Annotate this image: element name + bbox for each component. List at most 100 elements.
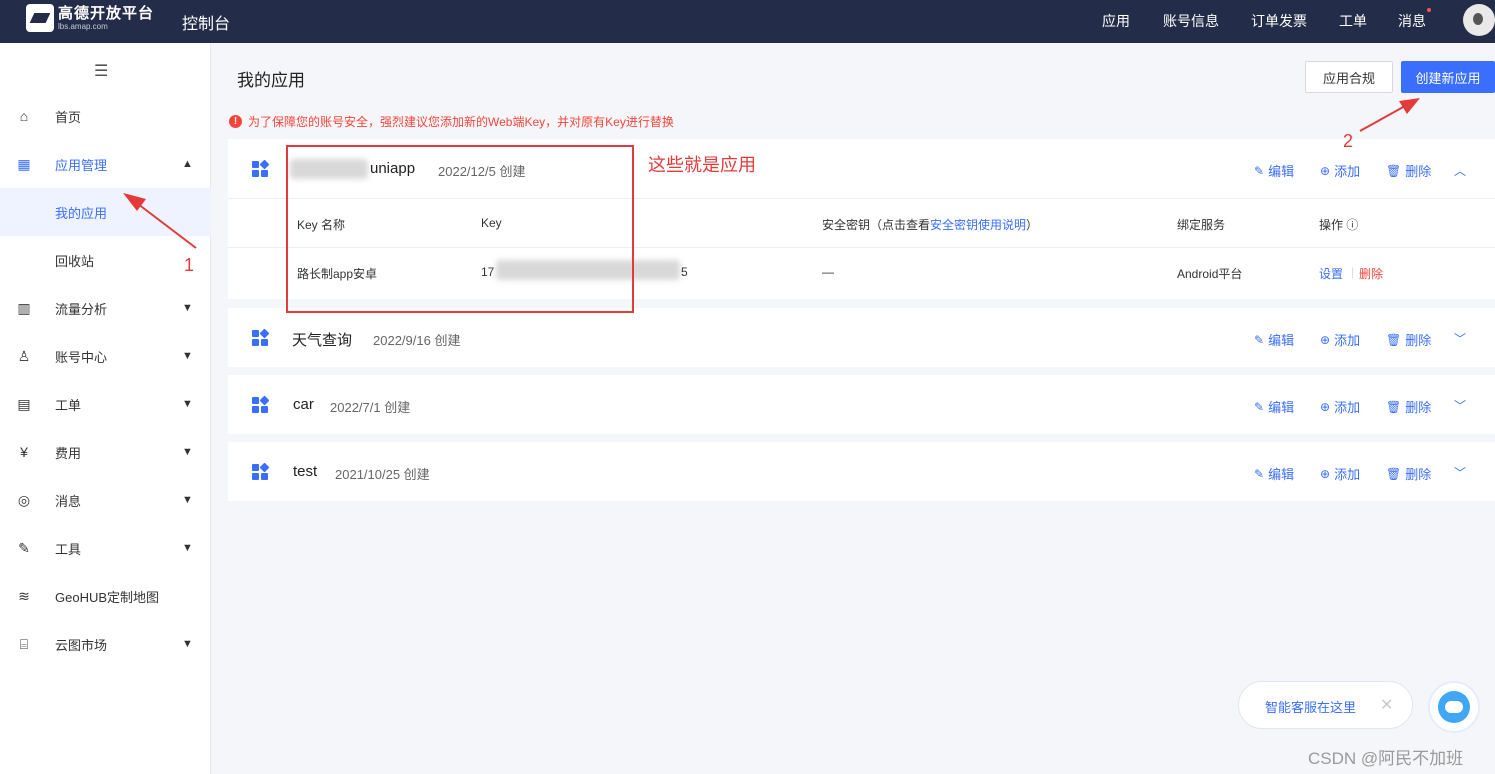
nav-account-info[interactable]: 账号信息 — [1163, 11, 1219, 31]
yen-icon: ¥ — [20, 444, 28, 460]
annotation-text: 这些就是应用 — [648, 155, 756, 175]
delete-button[interactable]: 🗑 删除 — [1386, 330, 1431, 349]
menu-toggle-icon[interactable]: ☰ — [94, 61, 108, 81]
logo-icon — [26, 4, 54, 32]
sidebar-item-label: 费用 — [55, 445, 82, 461]
home-icon: ⌂ — [19, 108, 29, 124]
sidebar-item-tools[interactable]: ✎ 工具 ▼ — [0, 524, 211, 572]
app-created-date: 2021/10/25 创建 — [335, 467, 430, 482]
sidebar-item-recycle-bin[interactable]: 回收站 — [0, 236, 211, 284]
chevron-down-icon: ▼ — [182, 446, 193, 458]
edit-icon: ✎ — [1254, 466, 1265, 481]
edit-button[interactable]: ✎ 编辑 — [1254, 330, 1294, 349]
sidebar-item-label: 工单 — [55, 397, 82, 413]
sidebar-item-label: 工具 — [55, 541, 82, 557]
arrow-2-head — [1399, 98, 1420, 114]
td-secret: — — [822, 265, 834, 279]
chevron-down-icon: ▼ — [182, 494, 193, 506]
add-label: 添加 — [1334, 400, 1361, 415]
sidebar-item-traffic-analysis[interactable]: ▥ 流量分析 ▼ — [0, 284, 211, 332]
add-label: 添加 — [1334, 467, 1361, 482]
app-icon — [252, 328, 270, 346]
app-created-date: 2022/9/16 创建 — [373, 333, 461, 348]
edit-label: 编辑 — [1268, 164, 1295, 179]
sidebar-item-label: 首页 — [55, 109, 82, 125]
chevron-down-icon[interactable]: ﹀ — [1454, 330, 1466, 347]
sidebar-item-account-center[interactable]: ♙ 账号中心 ▼ — [0, 332, 211, 380]
sidebar-item-my-apps[interactable]: 我的应用 — [0, 188, 211, 236]
sidebar-item-home[interactable]: ⌂ 首页 — [0, 92, 211, 140]
trash-icon: 🗑 — [1386, 163, 1402, 178]
annotation-number-2: 2 — [1343, 131, 1354, 151]
app-icon — [252, 395, 270, 413]
chevron-down-icon[interactable]: ﹀ — [1454, 397, 1466, 414]
ticket-icon: ▤ — [17, 395, 31, 412]
app-card-car[interactable]: car 2022/7/1 创建 ✎ 编辑 ⊕ 添加 🗑 删除 ﹀ — [228, 375, 1495, 434]
chevron-down-icon: ▼ — [182, 638, 193, 650]
nav-orders-invoices[interactable]: 订单发票 — [1251, 11, 1307, 31]
sidebar-item-label: 应用管理 — [55, 157, 108, 173]
chevron-up-icon[interactable]: ︿ — [1454, 162, 1466, 179]
sidebar-item-geohub[interactable]: ≋ GeoHUB定制地图 — [0, 572, 211, 620]
security-warning: ! 为了保障您的账号安全，强烈建议您添加新的Web端Key，并对原有Key进行替… — [229, 113, 674, 130]
chart-icon: ▥ — [17, 299, 31, 316]
nav-messages[interactable]: 消息 — [1398, 11, 1426, 31]
add-label: 添加 — [1334, 333, 1361, 348]
app-name: test — [293, 463, 318, 480]
nav-apps[interactable]: 应用 — [1102, 11, 1130, 31]
chevron-down-icon: ▼ — [182, 302, 193, 314]
sidebar-item-label: 消息 — [55, 493, 82, 509]
plus-circle-icon: ⊕ — [1320, 399, 1331, 414]
add-button[interactable]: ⊕ 添加 — [1320, 330, 1360, 349]
console-title[interactable]: 控制台 — [182, 10, 230, 34]
secret-doc-link[interactable]: 安全密钥使用说明 — [930, 218, 1026, 232]
delete-key-link[interactable]: 删除 — [1359, 265, 1383, 282]
sidebar-item-label: 云图市场 — [55, 637, 108, 653]
th-secret-suffix: ） — [1026, 218, 1039, 232]
sidebar-item-tickets[interactable]: ▤ 工单 ▼ — [0, 380, 211, 428]
sidebar-item-label: 我的应用 — [55, 205, 108, 221]
sidebar-item-app-management[interactable]: ▦ 应用管理 ▲ — [0, 140, 211, 188]
store-icon: ⌸ — [19, 635, 29, 652]
settings-link[interactable]: 设置 — [1319, 265, 1343, 282]
add-button[interactable]: ⊕ 添加 — [1320, 397, 1360, 416]
plus-circle-icon: ⊕ — [1320, 466, 1331, 481]
sidebar-item-label: 流量分析 — [55, 301, 108, 317]
sidebar-item-fees[interactable]: ¥ 费用 ▼ — [0, 428, 211, 476]
nav-tickets[interactable]: 工单 — [1339, 11, 1367, 31]
chevron-up-icon: ▲ — [182, 158, 193, 170]
edit-icon: ✎ — [1254, 399, 1265, 414]
delete-button[interactable]: 🗑 删除 — [1386, 464, 1431, 483]
grid-icon: ▦ — [17, 155, 31, 172]
sidebar-item-messages[interactable]: ◎ 消息 ▼ — [0, 476, 211, 524]
amap-logo[interactable]: 高德开放平台 lbs.amap.com — [26, 4, 154, 32]
chevron-down-icon[interactable]: ﹀ — [1454, 464, 1466, 481]
th-service: 绑定服务 — [1177, 218, 1226, 232]
layers-icon: ≋ — [18, 587, 30, 604]
sidebar-item-cloud-market[interactable]: ⌸ 云图市场 ▼ — [0, 620, 211, 668]
app-compliance-button[interactable]: 应用合规 — [1305, 61, 1393, 93]
chat-support-label: 智能客服在这里 — [1265, 700, 1357, 715]
top-bar: 高德开放平台 lbs.amap.com 控制台 应用 账号信息 订单发票 工单 … — [0, 0, 1495, 43]
app-name: car — [293, 396, 314, 413]
chat-support-pill[interactable]: 智能客服在这里 ✕ — [1238, 681, 1413, 729]
edit-button[interactable]: ✎ 编辑 — [1254, 397, 1294, 416]
add-button[interactable]: ⊕ 添加 — [1320, 161, 1360, 180]
delete-label: 删除 — [1405, 400, 1432, 415]
delete-button[interactable]: 🗑 删除 — [1386, 161, 1431, 180]
delete-button[interactable]: 🗑 删除 — [1386, 397, 1431, 416]
chat-bot-avatar[interactable] — [1428, 681, 1480, 733]
edit-button[interactable]: ✎ 编辑 — [1254, 464, 1294, 483]
user-avatar[interactable] — [1463, 4, 1495, 36]
edit-icon: ✎ — [1254, 332, 1265, 347]
add-button[interactable]: ⊕ 添加 — [1320, 464, 1360, 483]
th-ops: 操作 ⓘ — [1319, 218, 1359, 232]
app-card-test[interactable]: test 2021/10/25 创建 ✎ 编辑 ⊕ 添加 🗑 删除 ﹀ — [228, 442, 1495, 501]
security-warning-text: 为了保障您的账号安全，强烈建议您添加新的Web端Key，并对原有Key进行替换 — [248, 115, 674, 129]
edit-button[interactable]: ✎ 编辑 — [1254, 161, 1294, 180]
sidebar-item-label: 回收站 — [55, 253, 95, 269]
create-app-button[interactable]: 创建新应用 — [1401, 61, 1495, 93]
th-secret: 安全密钥（点击查看安全密钥使用说明） — [822, 216, 1038, 233]
close-icon[interactable]: ✕ — [1380, 695, 1393, 715]
app-card-weather[interactable]: 天气查询 2022/9/16 创建 ✎ 编辑 ⊕ 添加 🗑 删除 ﹀ — [228, 308, 1495, 367]
